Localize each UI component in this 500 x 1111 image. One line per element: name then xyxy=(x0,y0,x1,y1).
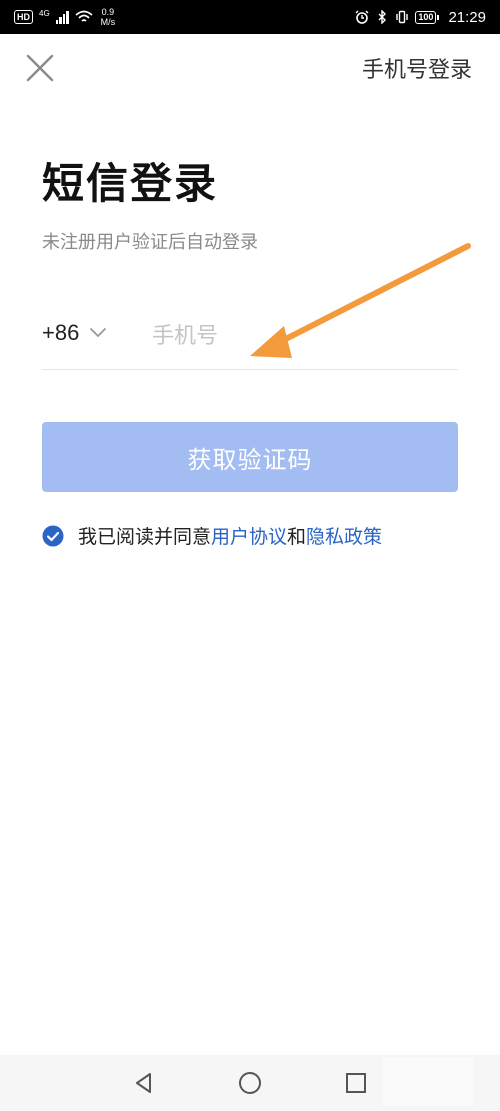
navigation-bar xyxy=(0,1055,500,1111)
status-right: 100 21:29 xyxy=(355,9,486,26)
home-icon[interactable] xyxy=(236,1069,264,1097)
privacy-policy-link[interactable]: 隐私政策 xyxy=(306,526,382,548)
agreement-prefix: 我已阅读并同意 xyxy=(78,526,212,548)
network-type: 4G xyxy=(39,8,50,18)
country-code: +86 xyxy=(42,320,80,345)
close-icon[interactable] xyxy=(22,50,58,86)
bluetooth-icon xyxy=(378,10,387,24)
agreement-row: 我已阅读并同意用户协议和隐私政策 xyxy=(42,522,382,549)
hd-badge: HD xyxy=(14,10,33,24)
status-left: HD 4G 0.9 M/s xyxy=(14,7,115,27)
page-subtitle: 未注册用户验证后自动登录 xyxy=(42,232,258,253)
status-bar: HD 4G 0.9 M/s 100 21:29 xyxy=(0,0,500,34)
back-icon[interactable] xyxy=(130,1069,158,1097)
get-code-button[interactable]: 获取验证码 xyxy=(42,422,458,492)
recent-apps-icon[interactable] xyxy=(342,1069,370,1097)
phone-login-link[interactable]: 手机号登录 xyxy=(362,52,472,84)
wifi-icon xyxy=(75,10,93,22)
clock-time: 21:29 xyxy=(448,8,486,26)
agreement-and: 和 xyxy=(287,526,307,548)
country-code-selector[interactable]: +86 xyxy=(42,320,107,346)
nav-blank-area xyxy=(382,1057,474,1105)
agreement-text: 我已阅读并同意用户协议和隐私政策 xyxy=(78,522,382,549)
vibrate-icon xyxy=(396,10,409,24)
chevron-down-icon xyxy=(90,328,107,338)
page-title: 短信登录 xyxy=(42,159,219,208)
phone-number-input[interactable] xyxy=(152,316,452,356)
alarm-icon xyxy=(355,10,369,24)
speed-value: 0.9 xyxy=(101,7,115,17)
battery-icon: 100 xyxy=(415,10,440,24)
network-speed: 0.9 M/s xyxy=(101,7,116,27)
phone-input-row: +86 xyxy=(42,308,458,370)
agreement-checkbox[interactable] xyxy=(42,525,64,547)
signal-icon xyxy=(55,10,69,24)
speed-unit: M/s xyxy=(100,17,116,27)
user-agreement-link[interactable]: 用户协议 xyxy=(211,526,287,548)
